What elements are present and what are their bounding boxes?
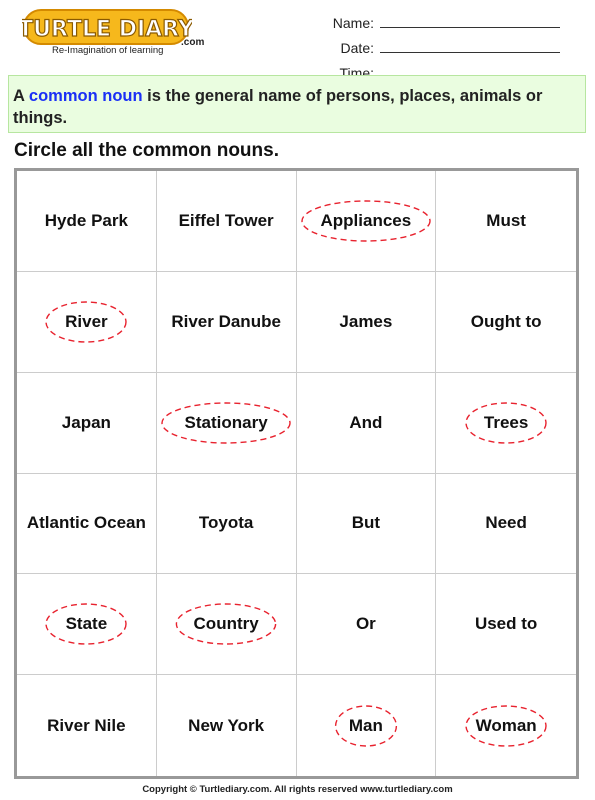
grid-word: Must xyxy=(486,210,526,230)
grid-word: Country xyxy=(193,614,259,634)
grid-word: Toyota xyxy=(198,513,254,533)
grid-cell[interactable]: And xyxy=(296,372,437,474)
date-field[interactable]: Date: xyxy=(318,31,568,56)
grid-cell[interactable]: Eiffel Tower xyxy=(156,171,297,272)
grid-cell[interactable]: Trees xyxy=(436,373,576,474)
student-info-fields: Name: Date: Time: xyxy=(318,6,568,81)
tagline: Re-Imagination of learning xyxy=(52,45,164,56)
word-grid: Hyde Park Eiffel Tower Appliances Must River… xyxy=(14,168,579,779)
grid-cell[interactable]: River Nile xyxy=(17,675,157,776)
grid-word: Man xyxy=(348,715,383,735)
grid-cell[interactable]: Used to xyxy=(436,574,576,676)
grid-cell[interactable]: Ought to xyxy=(436,272,576,373)
grid-cell[interactable]: Appliances xyxy=(296,171,437,272)
date-line[interactable] xyxy=(380,38,560,53)
copyright-footer: Copyright © Turtlediary.com. All rights … xyxy=(142,784,453,795)
grid-word: Hyde Park xyxy=(44,210,128,230)
grid-word: Need xyxy=(485,513,527,533)
grid-cell[interactable]: Hyde Park xyxy=(17,171,157,272)
grid-word: New York xyxy=(188,715,265,735)
definition-prefix: A xyxy=(13,87,25,105)
grid-cell[interactable]: James xyxy=(296,271,437,373)
logo-text: TURTLE DIARY xyxy=(22,17,192,42)
instruction: Circle all the common nouns. xyxy=(14,140,279,161)
grid-word: Japan xyxy=(61,412,111,432)
grid-cell[interactable]: Woman xyxy=(436,675,576,776)
grid-cell[interactable]: Country xyxy=(156,574,297,676)
name-label: Name: xyxy=(332,15,374,31)
grid-word: State xyxy=(65,614,108,634)
grid-word: Trees xyxy=(483,412,529,432)
name-line[interactable] xyxy=(380,13,560,28)
grid-cell[interactable]: New York xyxy=(157,675,297,776)
grid-word: River xyxy=(65,311,108,331)
grid-word: Woman xyxy=(475,715,537,735)
grid-cell[interactable]: Or xyxy=(296,574,437,676)
logo-graphic: TURTLE DIARY xyxy=(22,9,192,45)
definition-box: A common noun is the general name of per… xyxy=(8,75,586,133)
grid-cell[interactable]: But xyxy=(296,473,437,575)
grid-cell[interactable]: State xyxy=(17,574,157,676)
grid-word: Ought to xyxy=(470,311,542,331)
grid-cell[interactable]: Stationary xyxy=(156,372,297,474)
grid-cell[interactable]: Man xyxy=(297,675,437,776)
grid-word: But xyxy=(351,513,381,533)
logo-suffix: .com xyxy=(181,37,205,48)
grid-word: Appliances xyxy=(320,210,412,230)
grid-word: Or xyxy=(355,614,376,634)
grid-word: River Nile xyxy=(47,715,126,735)
grid-cell[interactable]: River Danube xyxy=(156,271,297,373)
grid-word: Stationary xyxy=(184,412,268,432)
grid-word: James xyxy=(339,311,393,331)
grid-word: And xyxy=(349,412,383,432)
grid-cell[interactable]: River xyxy=(17,271,157,373)
grid-word: Atlantic Ocean xyxy=(26,513,146,533)
grid-cell[interactable]: Japan xyxy=(17,372,157,474)
grid-cell[interactable]: Must xyxy=(436,171,576,272)
grid-cell[interactable]: Toyota xyxy=(156,473,297,575)
grid-word: River Danube xyxy=(171,311,281,331)
grid-cell[interactable]: Atlantic Ocean xyxy=(17,473,157,575)
grid-word: Eiffel Tower xyxy=(178,210,274,230)
date-label: Date: xyxy=(340,40,374,56)
grid-word: Used to xyxy=(474,614,538,634)
grid-cell[interactable]: Need xyxy=(436,474,576,575)
definition-highlight: common noun xyxy=(28,87,143,105)
name-field[interactable]: Name: xyxy=(318,6,568,31)
